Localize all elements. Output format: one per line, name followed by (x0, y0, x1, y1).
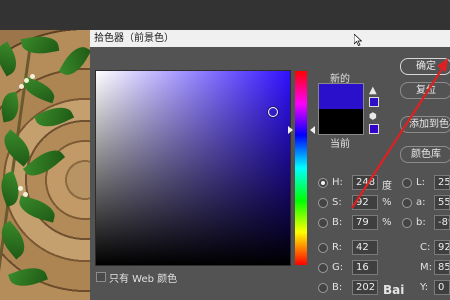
top-bar (0, 0, 450, 30)
a-field[interactable]: 55 (434, 195, 450, 210)
web-colors-only-label: 只有 Web 颜色 (109, 274, 178, 285)
rgb-b-radio[interactable] (318, 283, 328, 293)
color-picker-dialog: 拾色器（前景色） 新的 当前 ▲ ⬢ 确定 复位 添加到色板 颜色库 H: 24… (90, 30, 450, 300)
rgb-b-field[interactable]: 202 (352, 280, 378, 295)
watermark: Bai (383, 283, 405, 297)
flower (23, 192, 28, 197)
color-library-button[interactable]: 颜色库 (400, 146, 450, 163)
cube-icon[interactable]: ⬢ (369, 112, 377, 122)
add-to-swatches-button[interactable]: 添加到色板 (400, 116, 450, 133)
color-picker-circle[interactable] (268, 107, 278, 117)
leaf (0, 41, 23, 77)
out-of-gamut-swatch[interactable] (369, 97, 379, 107)
wood-background-image (0, 30, 92, 300)
r-radio[interactable] (318, 243, 328, 253)
hue-slider-right-arrow[interactable] (310, 126, 315, 134)
leaf (16, 195, 58, 223)
s-label: S: (332, 197, 342, 208)
r-field[interactable]: 42 (352, 240, 378, 255)
h-unit: 度 (382, 181, 392, 192)
hue-slider-left-arrow[interactable] (288, 126, 293, 134)
l-field[interactable]: 25 (434, 175, 450, 190)
l-radio[interactable] (402, 178, 412, 188)
flower (18, 186, 23, 191)
current-color-label: 当前 (330, 139, 350, 150)
g-field[interactable]: 16 (352, 260, 378, 275)
s-unit: % (382, 197, 392, 208)
h-field[interactable]: 248 (352, 175, 378, 190)
ok-button[interactable]: 确定 (400, 58, 450, 75)
leaf (0, 220, 32, 260)
g-radio[interactable] (318, 263, 328, 273)
leaf (22, 143, 66, 183)
c-field[interactable]: 92 (434, 240, 450, 255)
y-field[interactable]: 0 (434, 280, 450, 295)
y-label: Y: (420, 282, 429, 293)
a-radio[interactable] (402, 198, 412, 208)
mouse-cursor-icon (354, 34, 362, 46)
b-field[interactable]: 79 (352, 215, 378, 230)
leaf (20, 33, 60, 57)
lab-b-radio[interactable] (402, 218, 412, 228)
lab-b-field[interactable]: -89 (434, 215, 450, 230)
m-label: M: (420, 262, 432, 273)
leaf (33, 101, 75, 133)
current-color-swatch[interactable] (318, 109, 364, 135)
s-field[interactable]: 92 (352, 195, 378, 210)
h-radio[interactable] (318, 178, 328, 188)
b-radio[interactable] (318, 218, 328, 228)
flower (19, 84, 24, 89)
rgb-b-label: B: (332, 282, 343, 293)
h-label: H: (332, 177, 343, 188)
b-label: B: (332, 217, 343, 228)
warning-triangle-icon[interactable]: ▲ (369, 85, 377, 96)
lab-b-label: b: (416, 217, 426, 228)
m-field[interactable]: 85 (434, 260, 450, 275)
a-label: a: (416, 197, 426, 208)
l-label: L: (416, 177, 425, 188)
leaf (58, 41, 92, 81)
new-color-swatch (318, 83, 364, 110)
hue-slider[interactable] (295, 71, 307, 265)
g-label: G: (332, 262, 344, 273)
leaf (8, 262, 48, 292)
reset-button[interactable]: 复位 (400, 82, 450, 99)
flower (24, 78, 29, 83)
b-unit: % (382, 217, 392, 228)
c-label: C: (420, 242, 431, 253)
dialog-title: 拾色器（前景色） (90, 30, 450, 47)
flower (30, 74, 35, 79)
saturation-brightness-field[interactable] (95, 70, 291, 266)
s-radio[interactable] (318, 198, 328, 208)
web-safe-swatch[interactable] (369, 124, 379, 134)
r-label: R: (332, 242, 343, 253)
web-colors-only-checkbox[interactable] (96, 272, 106, 282)
